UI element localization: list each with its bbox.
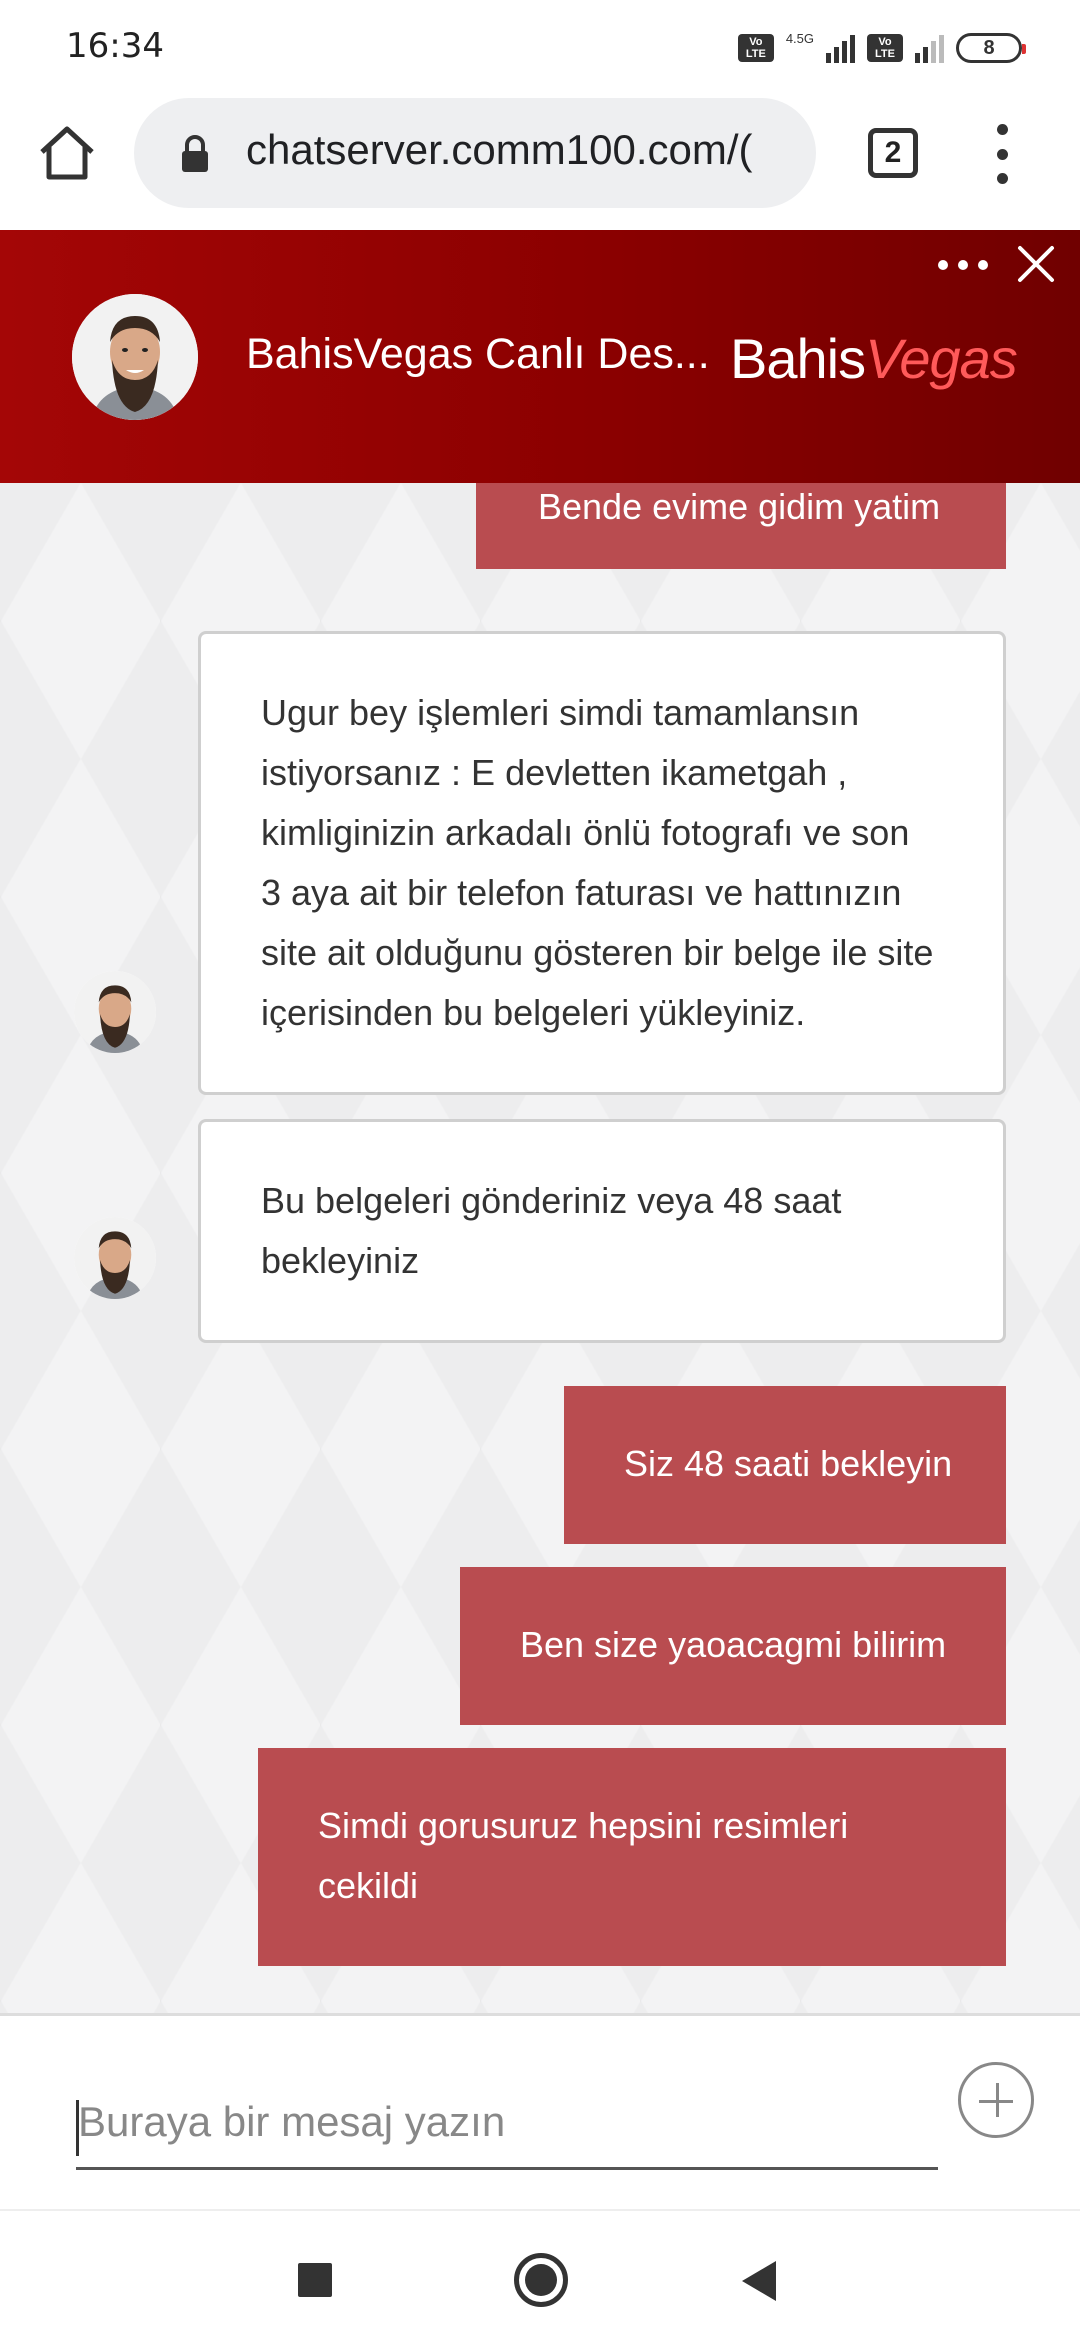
message-line: Simdi gorusuruz hepsini resimleri [318,1805,849,1846]
nav-home-icon[interactable] [514,2253,568,2307]
signal-strength-icon [826,33,855,63]
battery-icon: 8 [956,33,1026,63]
message-line: cekildi [318,1865,419,1906]
url-text: chatserver.comm100.com/( [246,126,753,173]
volte-icon-2: Vo LTE [867,34,903,62]
message-text: Bende evime gidim yatim [538,486,941,527]
lock-icon [180,134,210,174]
browser-toolbar: chatserver.comm100.com/( 2 [0,96,1080,230]
plus-icon[interactable] [958,2062,1034,2138]
brand-logo-part1: Bahis [730,327,866,390]
address-bar[interactable]: chatserver.comm100.com/( [134,98,816,208]
agent-message: Bu belgeleri gönderiniz veya 48 saat bek… [198,1119,1006,1343]
message-line: bekleyiniz [261,1240,420,1281]
message-line: site ait olduğunu gösteren bir belge ile… [261,932,934,973]
agent-message: Ugur bey işlemleri simdi tamamlansın ist… [198,631,1006,1095]
message-text: Ben size yaoacagmi bilirim [520,1624,947,1665]
chat-header: BahisVegas Canlı Des... BahisVegas [0,230,1080,483]
status-bar: 16:34 Vo LTE 4.5G Vo LTE 8 [0,0,1080,96]
message-line: istiyorsanız : E devletten ikametgah , [261,752,848,793]
close-icon[interactable] [1016,244,1056,284]
message-line: Bu belgeleri gönderiniz veya 48 saat [261,1180,842,1221]
volte-icon: Vo LTE [737,34,774,62]
message-line: kimliginizin arkadalı önlü fotografı ve … [261,812,910,853]
tabs-button[interactable]: 2 [868,128,918,178]
user-message: Bende evime gidim yatim [476,483,1006,569]
more-horizontal-icon[interactable] [938,260,988,274]
more-vertical-icon[interactable] [990,124,1014,184]
user-message: Siz 48 saati bekleyin [564,1386,1006,1544]
brand-logo-part2: Vegas [865,327,1018,390]
agent-name: BahisVegas Canlı Des... [246,330,710,378]
agent-avatar-small [74,1217,156,1299]
chat-messages: Bende evime gidim yatim Ugur bey işlemle… [0,483,1080,2013]
message-line: 3 aya ait bir telefon faturası ve hattın… [261,872,902,913]
message-input[interactable] [76,2076,938,2170]
status-time: 16:34 [66,26,164,66]
battery-level: 8 [983,36,995,59]
text-cursor [76,2100,79,2156]
agent-avatar-small [74,971,156,1053]
back-icon[interactable] [742,2261,776,2301]
user-message: Ben size yaoacagmi bilirim [460,1567,1006,1725]
home-icon[interactable] [36,122,98,184]
user-message: Simdi gorusuruz hepsini resimleri cekild… [258,1748,1006,1966]
signal-strength-icon-2 [915,33,944,63]
system-nav-bar [0,2209,1080,2340]
brand-logo: BahisVegas [730,326,1018,390]
message-line: içerisinden bu belgeleri yükleyiniz. [261,992,806,1033]
agent-avatar [72,294,198,420]
recent-apps-icon[interactable] [298,2263,332,2297]
network-type-label: 4.5G [785,30,814,46]
message-line: Ugur bey işlemleri simdi tamamlansın [261,692,860,733]
message-text: Siz 48 saati bekleyin [624,1443,953,1484]
status-icons: Vo LTE 4.5G Vo LTE 8 [737,30,1026,66]
message-composer [0,2013,1080,2209]
